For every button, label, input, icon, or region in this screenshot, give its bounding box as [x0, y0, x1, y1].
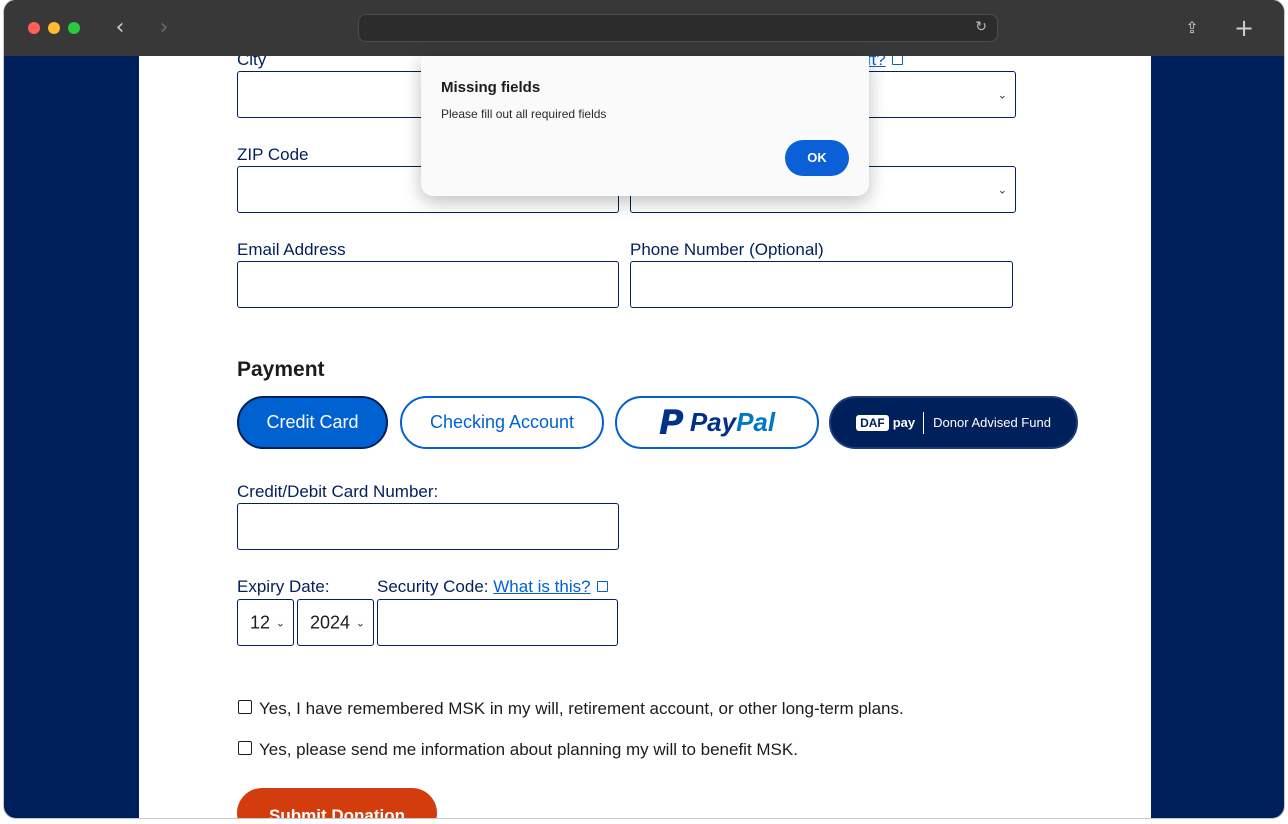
will-checkbox[interactable]	[238, 700, 252, 714]
payment-heading: Payment	[237, 358, 325, 381]
daf-pay-button[interactable]: DAF pay Donor Advised Fund	[829, 396, 1078, 449]
address-bar[interactable]: ↻	[358, 14, 998, 42]
ok-button[interactable]: OK	[785, 140, 849, 176]
will-checkbox-label: Yes, I have remembered MSK in my will, r…	[259, 699, 904, 718]
checking-account-button[interactable]: Checking Account	[400, 396, 604, 449]
card-number-label: Credit/Debit Card Number:	[237, 482, 439, 501]
reload-icon[interactable]: ↻	[975, 19, 987, 35]
share-icon[interactable]: ⇪	[1178, 14, 1206, 42]
external-link-icon	[596, 581, 608, 592]
chevron-down-icon: ⌄	[997, 88, 1007, 101]
minimize-window-button[interactable]	[48, 22, 60, 34]
browser-toolbar: ‹ › ↻ ⇪ +	[4, 0, 1284, 56]
info-checkbox[interactable]	[238, 741, 252, 755]
submit-donation-button[interactable]: Submit Donation	[237, 788, 437, 818]
back-arrow-icon[interactable]: ‹	[106, 14, 134, 42]
credit-card-button[interactable]: Credit Card	[237, 396, 388, 449]
new-tab-icon[interactable]: +	[1230, 14, 1258, 42]
paypal-button[interactable]: P PayPal	[615, 396, 819, 449]
phone-input[interactable]	[630, 261, 1013, 308]
divider	[923, 411, 925, 434]
what-is-this-link[interactable]: What is this?	[493, 577, 590, 596]
email-label: Email Address	[237, 240, 346, 259]
security-code-label: Security Code:	[377, 577, 489, 596]
expiry-month-select[interactable]: 12 ⌄	[237, 599, 294, 646]
card-number-input[interactable]	[237, 503, 619, 550]
zip-label: ZIP Code	[237, 145, 309, 164]
security-code-label-row: Security Code: What is this?	[377, 577, 608, 597]
browser-window: ‹ › ↻ ⇪ + City ift? ⌄ ZIP Code ⌄ Email A…	[4, 0, 1284, 818]
missing-fields-dialog: Missing fields Please fill out all requi…	[421, 56, 869, 196]
security-code-input[interactable]	[377, 599, 618, 646]
dialog-message: Please fill out all required fields	[441, 107, 607, 121]
zoom-window-button[interactable]	[68, 22, 80, 34]
paypal-logo-icon: P	[658, 402, 684, 443]
chevron-down-icon: ⌄	[275, 616, 285, 629]
info-checkbox-label: Yes, please send me information about pl…	[259, 740, 798, 759]
close-window-button[interactable]	[28, 22, 40, 34]
paypal-wordmark: PayPal	[689, 407, 776, 437]
expiry-year-select[interactable]: 2024 ⌄	[297, 599, 374, 646]
email-input[interactable]	[237, 261, 619, 308]
city-label: City	[237, 56, 267, 69]
phone-label: Phone Number (Optional)	[630, 240, 824, 259]
chevron-down-icon: ⌄	[997, 183, 1007, 196]
external-link-icon	[891, 56, 903, 65]
expiry-label: Expiry Date:	[237, 577, 330, 596]
chevron-down-icon: ⌄	[355, 616, 365, 629]
dialog-title: Missing fields	[441, 79, 541, 96]
forward-arrow-icon[interactable]: ›	[150, 14, 178, 42]
daf-logo-icon: DAF	[856, 414, 889, 431]
